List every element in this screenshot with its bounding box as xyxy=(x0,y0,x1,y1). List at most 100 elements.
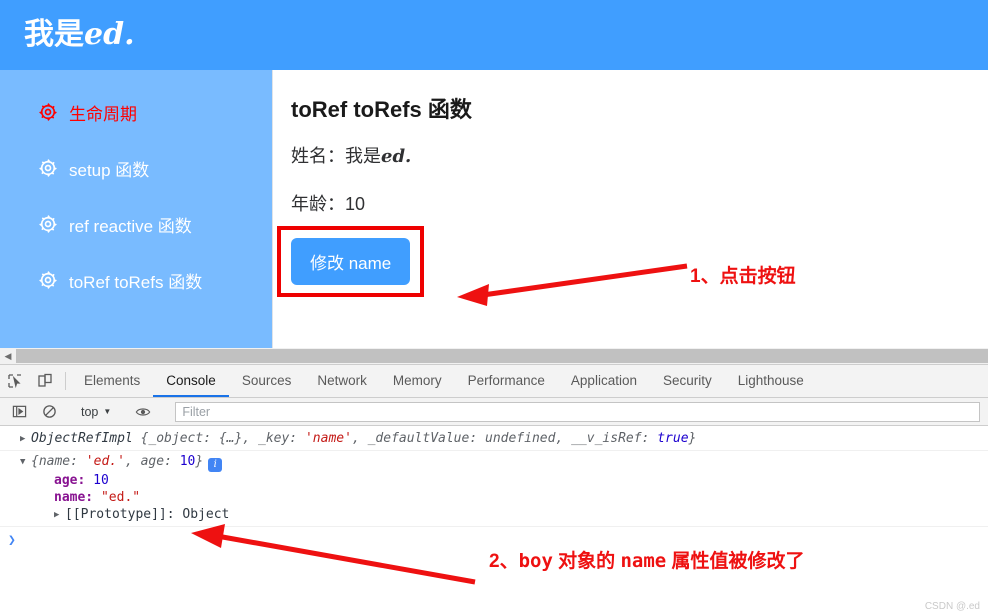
sidebar-item-label: 生命周期 xyxy=(69,104,137,124)
expand-triangle-icon[interactable]: ▶ xyxy=(54,510,65,520)
annotation-2-mono-name: name xyxy=(620,550,667,572)
tab-application[interactable]: Application xyxy=(558,365,650,397)
prop-key-key: _key: xyxy=(258,431,298,446)
console-output: ▶ ObjectRefImpl {_object: {…}, _key: 'nam… xyxy=(0,427,988,616)
object-prop-age: age: 10 xyxy=(20,472,988,489)
console-sidebar-toggle-icon[interactable] xyxy=(4,404,34,419)
sidebar-item-ref-reactive[interactable]: ref reactive 函数 xyxy=(0,196,272,252)
prop-key-object: _object: xyxy=(148,431,212,446)
prompt-chevron-icon: ❯ xyxy=(8,533,16,548)
object-prop-name: name: "ed." xyxy=(20,489,988,506)
device-toolbar-icon[interactable] xyxy=(30,365,60,397)
inspect-element-icon[interactable] xyxy=(0,365,30,397)
tab-sources[interactable]: Sources xyxy=(229,365,305,397)
toolbar-divider xyxy=(65,372,66,390)
tab-performance[interactable]: Performance xyxy=(455,365,558,397)
prop-value-key: 'name' xyxy=(304,431,352,446)
brace-close: } xyxy=(688,431,697,446)
console-line-objectrefimpl[interactable]: ▶ ObjectRefImpl {_object: {…}, _key: 'nam… xyxy=(0,427,988,451)
summary-key-name: name: xyxy=(38,454,78,469)
sidebar-item-label: setup 函数 xyxy=(69,160,150,180)
tab-console[interactable]: Console xyxy=(153,365,229,397)
scroll-left-arrow[interactable]: ◀ xyxy=(0,348,16,364)
sidebar-item-toref-torefs[interactable]: toRef toRefs 函数 xyxy=(0,252,272,308)
summary-value-name: 'ed.' xyxy=(85,454,125,469)
gear-icon xyxy=(38,102,58,122)
prop-value-object: {…} xyxy=(218,431,243,446)
console-toolbar: top ▼ xyxy=(0,398,988,426)
clear-console-icon[interactable] xyxy=(34,404,64,419)
modify-name-button-wrapper: 修改 name xyxy=(277,226,425,297)
prop-key: age: xyxy=(54,473,86,488)
info-icon[interactable]: i xyxy=(208,458,223,472)
execution-context-select[interactable]: top ▼ xyxy=(75,405,117,419)
annotation-label-2: 2、boy 对象的 name 属性值被修改了 xyxy=(489,546,805,573)
prop-value-defaultvalue: undefined xyxy=(485,431,556,446)
site-header: 我是ed. xyxy=(0,0,988,70)
gear-icon xyxy=(38,270,58,290)
prop-key-defaultvalue: _defaultValue: xyxy=(367,431,478,446)
gear-icon xyxy=(38,214,58,234)
tab-memory[interactable]: Memory xyxy=(380,365,455,397)
annotation-1-prefix: 1、 xyxy=(690,266,720,287)
tab-security[interactable]: Security xyxy=(650,365,725,397)
prop-value-isref: true xyxy=(657,431,689,446)
prop-key-isref: __v_isRef: xyxy=(571,431,650,446)
object-summary-row[interactable]: ▼ {name: 'ed.', age: 10} i xyxy=(20,454,988,472)
scrollbar-thumb[interactable] xyxy=(16,349,988,363)
annotation-1-text: 点击按钮 xyxy=(719,266,796,287)
summary-key-age: age: xyxy=(140,454,172,469)
prop-key: name: xyxy=(54,490,94,505)
prop-value: "ed." xyxy=(100,490,141,505)
name-value-latin: ed. xyxy=(381,146,412,167)
screenshot-root: 我是ed. 生命周期 setup 函数 ref reactive 函数 toRe… xyxy=(0,0,988,616)
annotation-label-1: 1、点击按钮 xyxy=(690,261,796,288)
age-label: 年龄： xyxy=(291,194,345,214)
console-filter-input[interactable] xyxy=(175,401,980,422)
collapse-triangle-icon[interactable]: ▼ xyxy=(20,457,31,467)
browser-viewport: 我是ed. 生命周期 setup 函数 ref reactive 函数 toRe… xyxy=(0,0,988,348)
sidebar-item-label: ref reactive 函数 xyxy=(69,216,192,236)
chevron-down-icon: ▼ xyxy=(103,407,112,416)
prototype-value: Object xyxy=(182,507,230,522)
live-expression-eye-icon[interactable] xyxy=(128,404,158,420)
age-field-row: 年龄：10 xyxy=(291,190,988,216)
devtools-panel: Elements Console Sources Network Memory … xyxy=(0,364,988,616)
brace-open: { xyxy=(31,454,39,469)
prop-value: 10 xyxy=(93,473,109,488)
page-body: 生命周期 setup 函数 ref reactive 函数 toRef toRe… xyxy=(0,70,988,348)
annotation-2-mono-boy: boy xyxy=(518,550,553,572)
annotation-2-prefix: 2、 xyxy=(489,551,519,572)
site-title-latin: ed. xyxy=(84,17,135,52)
sidebar-item-lifecycle[interactable]: 生命周期 xyxy=(0,84,272,140)
prototype-label: [[Prototype]]: xyxy=(65,507,175,522)
console-line-boy-object[interactable]: ▼ {name: 'ed.', age: 10} i age: 10 name: "… xyxy=(0,451,988,527)
scrollbar-track[interactable] xyxy=(16,348,988,364)
name-field-row: 姓名：我是ed. xyxy=(291,142,988,168)
devtools-tabbar: Elements Console Sources Network Memory … xyxy=(0,365,988,398)
site-title: 我是ed. xyxy=(0,20,135,50)
sidebar-item-setup[interactable]: setup 函数 xyxy=(0,140,272,196)
tab-network[interactable]: Network xyxy=(304,365,380,397)
age-value: 10 xyxy=(345,194,366,214)
expand-triangle-icon[interactable]: ▶ xyxy=(20,434,31,444)
horizontal-scrollbar[interactable]: ◀ xyxy=(0,348,988,364)
main-content: toRef toRefs 函数 姓名：我是ed. 年龄：10 修改 name xyxy=(272,70,988,348)
tab-lighthouse[interactable]: Lighthouse xyxy=(725,365,817,397)
object-prototype-row[interactable]: ▶ [[Prototype]]: Object xyxy=(20,506,988,523)
watermark: CSDN @.ed xyxy=(924,601,980,612)
sidebar: 生命周期 setup 函数 ref reactive 函数 toRef toRe… xyxy=(0,70,272,348)
console-prompt[interactable]: ❯ xyxy=(0,527,988,548)
name-label: 姓名： xyxy=(291,146,345,166)
gear-icon xyxy=(38,158,58,178)
modify-name-button[interactable]: 修改 name xyxy=(291,238,411,285)
name-value-cjk: 我是 xyxy=(345,146,381,166)
sidebar-item-label: toRef toRefs 函数 xyxy=(69,272,203,292)
page-title: toRef toRefs 函数 xyxy=(291,97,472,122)
brace-close: } xyxy=(195,454,204,469)
tab-elements[interactable]: Elements xyxy=(71,365,153,397)
annotation-2-tail: 属性值被修改了 xyxy=(666,551,805,572)
annotation-2-mid: 对象的 xyxy=(552,551,621,572)
execution-context-label: top xyxy=(81,404,99,419)
site-title-cjk: 我是 xyxy=(24,18,84,51)
